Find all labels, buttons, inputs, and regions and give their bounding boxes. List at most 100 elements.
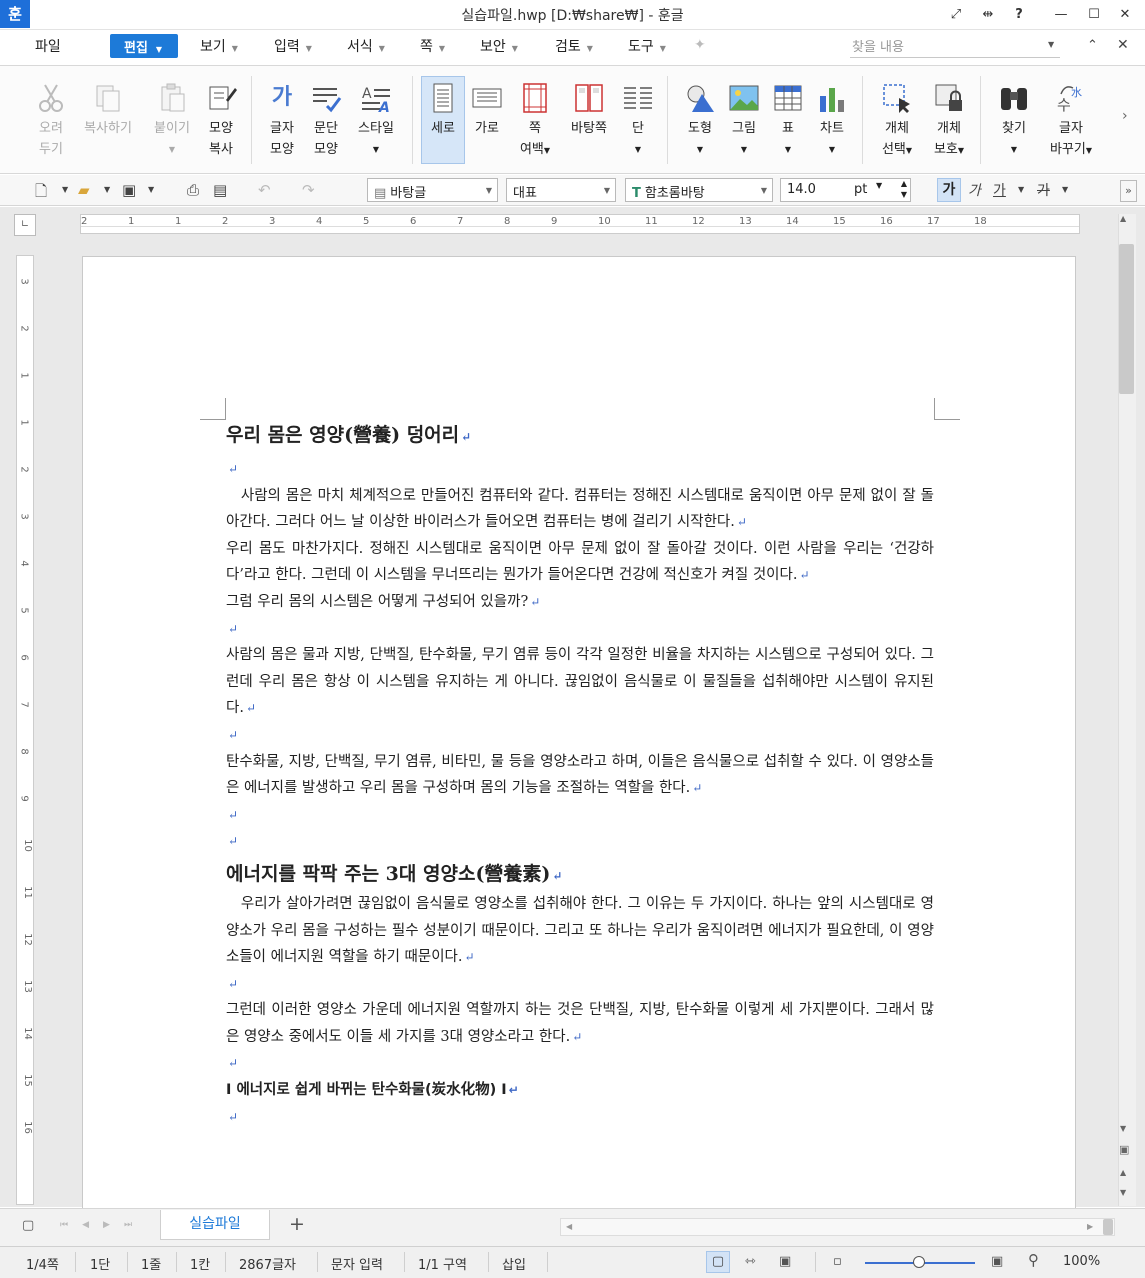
menu-page[interactable]: 쪽 ▼ [420, 36, 445, 56]
vertical-scroll-thumb[interactable] [1119, 244, 1134, 394]
status-page[interactable]: 1/4쪽 [26, 1254, 59, 1273]
collapse-ribbon-icon[interactable]: ⌃ [1087, 38, 1098, 53]
minimize-button[interactable]: — [1050, 5, 1072, 25]
chevron-down-icon: ▼ [634, 145, 642, 154]
para-shape-button[interactable]: 문단 모양 [301, 74, 351, 160]
menu-edit[interactable]: 편집 ▼ [110, 34, 178, 58]
next-page-icon[interactable]: ▼ [1120, 1188, 1126, 1197]
help-icon[interactable]: ? [1008, 5, 1030, 25]
add-tab-button[interactable]: + [289, 1213, 305, 1235]
horizontal-scrollbar[interactable] [560, 1218, 1115, 1236]
replace-icon: 수水 [1057, 86, 1082, 114]
toolbar-expand-icon[interactable]: » [1120, 180, 1137, 202]
scroll-down-icon[interactable]: ▼ [1120, 1124, 1126, 1133]
tab-list-icon[interactable]: ▢ [22, 1218, 34, 1233]
tab-nav-icons[interactable]: ⏮◀▶⏭ [60, 1220, 146, 1230]
portrait-button[interactable]: 세로 [418, 74, 468, 139]
italic-button[interactable]: 가 [968, 180, 981, 200]
fit-width-icon[interactable]: ⇿ [745, 1254, 756, 1269]
chevron-down-icon[interactable]: ▼ [1062, 185, 1068, 194]
vertical-ruler[interactable]: 3 2 1 1 2 3 4 5 6 7 8 9 10 11 12 13 14 15 16 [16, 255, 34, 1205]
table-button[interactable]: 표 ▼ [763, 74, 813, 160]
layout-icon[interactable]: ⇹ [977, 5, 999, 25]
magnifier-icon[interactable]: ⚲ [1028, 1251, 1039, 1269]
chart-button[interactable]: 차트 ▼ [807, 74, 857, 160]
new-doc-icon[interactable]: 🗋 [35, 181, 47, 206]
zoom-in-icon[interactable]: ▣ [991, 1254, 1003, 1269]
copy-button[interactable]: 복사하기 [80, 74, 136, 139]
search-input[interactable]: 찾을 내용 [850, 36, 1060, 58]
menu-tools[interactable]: 도구 ▼ [628, 36, 666, 56]
horizontal-ruler[interactable]: 2 1 1 2 3 4 5 6 7 8 9 10 11 12 13 14 15 16 17 18 [80, 214, 1080, 234]
char-shape-button[interactable]: 가 글자 모양 [257, 74, 307, 160]
menu-security[interactable]: 보안 ▼ [480, 36, 518, 56]
status-input-mode[interactable]: 문자 입력 [331, 1254, 383, 1273]
columns-label: 단 [632, 121, 644, 136]
protect-object-button[interactable]: 개체 보호▼ [924, 74, 974, 161]
preview-icon[interactable]: ▤ [213, 181, 227, 199]
print-icon[interactable]: ⎙ [187, 181, 199, 199]
tab-current-document[interactable]: 실습파일 [160, 1210, 270, 1240]
select-object-button[interactable]: 개체 선택▼ [872, 74, 922, 161]
document-body[interactable]: 우리 몸은 영양(營養) 덩어리 ↵ ↵ 사람의 몸은 마치 체계적으로 만들어진… [226, 420, 934, 1130]
prev-page-icon[interactable]: ▲ [1120, 1168, 1126, 1177]
landscape-button[interactable]: 가로 [462, 74, 512, 139]
fit-page-icon[interactable]: ▣ [779, 1254, 791, 1269]
close-ribbon-icon[interactable]: ✕ [1117, 37, 1129, 53]
font-select[interactable]: T 함초롬바탕 ▼ [625, 178, 773, 202]
search-dropdown-icon[interactable]: ▼ [1048, 40, 1054, 49]
scroll-right-icon[interactable]: ▶ [1087, 1222, 1093, 1231]
chevron-down-icon[interactable]: ▼ [104, 185, 110, 194]
plugin-icon[interactable]: ✦ [694, 37, 706, 53]
menu-review[interactable]: 검토 ▼ [555, 36, 593, 56]
menu-file[interactable]: 파일 [35, 36, 61, 56]
chevron-down-icon[interactable]: ▼ [1018, 185, 1024, 194]
cut-label: 오려 [39, 121, 63, 136]
undo-icon[interactable]: ↶ [258, 181, 271, 199]
shape-button[interactable]: 도형 ▼ [675, 74, 725, 160]
horizontal-scroll-thumb[interactable] [1103, 1219, 1113, 1235]
picture-button[interactable]: 그림 ▼ [719, 74, 769, 160]
find-button[interactable]: 찾기 ▼ [989, 74, 1039, 160]
zoom-slider-thumb[interactable] [913, 1256, 925, 1268]
language-select[interactable]: 대표 ▼ [506, 178, 616, 202]
scroll-left-icon[interactable]: ◀ [566, 1222, 572, 1231]
page-view-icon[interactable]: ▣ [1119, 1143, 1129, 1156]
status-insert-mode[interactable]: 삽입 [502, 1254, 526, 1273]
open-folder-icon[interactable]: ▰ [78, 181, 90, 199]
menu-format[interactable]: 서식 ▼ [347, 36, 385, 56]
paste-button[interactable]: 붙이기 ▼ [147, 74, 197, 160]
strike-button[interactable]: 가 [1037, 180, 1050, 200]
save-icon[interactable]: ▣ [122, 181, 136, 199]
columns-button[interactable]: 단 ▼ [613, 74, 663, 160]
fullscreen-icon[interactable]: ⤢ [945, 5, 967, 25]
font-size-input[interactable]: 14.0 pt ▼ ▲ ▼ [780, 178, 911, 202]
para-mark-icon: ↵ [228, 834, 239, 849]
close-button[interactable]: ✕ [1114, 5, 1136, 25]
redo-icon[interactable]: ↷ [302, 181, 315, 199]
zoom-out-icon[interactable]: ▫ [833, 1254, 842, 1269]
page-layout-view-icon[interactable]: ▢ [706, 1251, 730, 1273]
zoom-level[interactable]: 100% [1063, 1254, 1100, 1269]
chevron-down-icon[interactable]: ▼ [62, 185, 68, 194]
scroll-up-icon[interactable]: ▲ [1120, 214, 1126, 223]
ruler-tick-label: 14 [21, 1027, 33, 1040]
ruler-tick-label: 2 [18, 325, 30, 332]
maximize-button[interactable]: ☐ [1083, 5, 1105, 25]
underline-button[interactable]: 가 [993, 180, 1006, 200]
ribbon-divider [862, 76, 863, 164]
bold-button[interactable]: 가 [937, 178, 961, 202]
tab-stop-selector[interactable]: ∟ [14, 214, 36, 236]
menu-insert[interactable]: 입력 ▼ [274, 36, 312, 56]
menu-view[interactable]: 보기 ▼ [200, 36, 238, 56]
style-select[interactable]: ▤ 바탕글 ▼ [367, 178, 498, 202]
chevron-down-icon[interactable]: ▼ [148, 185, 154, 194]
cut-button[interactable]: 오려 두기 [26, 74, 76, 160]
format-copy-button[interactable]: 모양 복사 [196, 74, 246, 160]
background-page-button[interactable]: 바탕쪽 [561, 74, 617, 139]
style-button[interactable]: AA 스타일 ▼ [351, 74, 401, 160]
ribbon-more-icon[interactable]: › [1122, 108, 1128, 124]
replace-button[interactable]: 수水 글자 바꾸기▼ [1044, 74, 1098, 161]
status-divider [317, 1252, 318, 1272]
margins-button[interactable]: 쪽 여백▼ [510, 74, 560, 161]
